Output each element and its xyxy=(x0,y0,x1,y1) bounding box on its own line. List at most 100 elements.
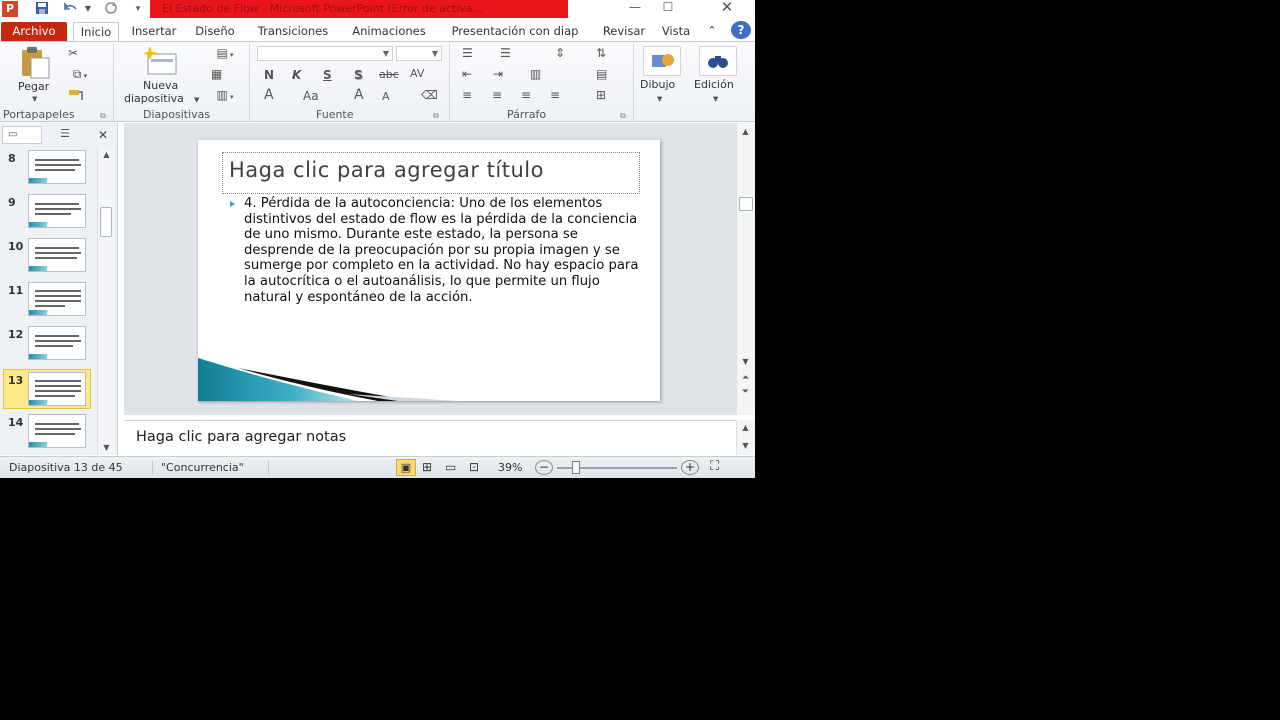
align-text-icon[interactable]: ▤ xyxy=(596,67,607,81)
tab-archivo[interactable]: Archivo xyxy=(1,22,67,41)
scroll-thumb[interactable] xyxy=(100,207,112,237)
line-spacing-icon[interactable]: ⇕ xyxy=(555,46,565,60)
editing-label[interactable]: Edición xyxy=(694,78,734,91)
paste-icon[interactable] xyxy=(19,46,51,80)
reset-slide-icon[interactable]: ▦ xyxy=(211,67,222,81)
normal-view-icon[interactable]: ▣ xyxy=(396,459,416,476)
collapse-ribbon-icon[interactable]: ⌃ xyxy=(704,22,720,41)
zoom-slider-thumb[interactable] xyxy=(572,461,581,474)
previous-slide-icon[interactable]: ⏶ xyxy=(737,373,754,383)
slide-scrollbar[interactable]: ▲ ▼ ⏶ ⏷ xyxy=(736,123,755,415)
zoom-level[interactable]: 39% xyxy=(498,461,522,474)
close-icon[interactable]: ✕ xyxy=(712,0,742,16)
drawing-dropdown-icon[interactable]: ▼ xyxy=(657,92,662,106)
new-slide-label-1[interactable]: Nueva xyxy=(143,79,178,92)
tab-animaciones[interactable]: Animaciones xyxy=(344,22,434,41)
slide-thumbnail[interactable]: 10 xyxy=(4,238,90,278)
fit-to-window-icon[interactable]: ⛶ xyxy=(710,459,719,474)
title-placeholder[interactable]: Haga clic para agregar título xyxy=(222,152,640,194)
notes-scrollbar[interactable]: ▲ ▼ xyxy=(736,420,755,455)
layout-icon[interactable]: ▤ ▾ xyxy=(211,46,239,62)
scroll-up-icon[interactable]: ▲ xyxy=(98,150,115,159)
tab-presentacion[interactable]: Presentación con diap xyxy=(440,22,590,41)
slide-thumbnail[interactable]: 9 xyxy=(4,194,90,234)
scroll-down-icon[interactable]: ▼ xyxy=(98,443,115,452)
new-slide-label-2[interactable]: diapositiva xyxy=(124,92,184,105)
change-case-button[interactable]: Aa xyxy=(303,89,319,103)
align-right-icon[interactable]: ≡ xyxy=(521,88,531,102)
grow-font-button[interactable]: A xyxy=(354,88,364,102)
zoom-in-icon[interactable]: + xyxy=(681,460,699,475)
paste-dropdown-icon[interactable]: ▼ xyxy=(32,92,37,106)
justify-icon[interactable]: ≡ xyxy=(550,88,560,102)
customize-qat-icon[interactable]: ▾ xyxy=(133,1,143,17)
italic-button[interactable]: K xyxy=(292,68,301,82)
numbering-icon[interactable]: ☰ xyxy=(500,46,511,60)
slide-thumbnail-selected[interactable]: 13 xyxy=(3,369,91,409)
tab-insertar[interactable]: Insertar xyxy=(125,22,183,41)
notes-pane[interactable]: Haga clic para agregar notas xyxy=(124,420,736,455)
scroll-down-icon[interactable]: ▼ xyxy=(737,441,754,450)
format-painter-icon[interactable] xyxy=(68,88,84,105)
align-center-icon[interactable]: ≡ xyxy=(492,88,502,102)
find-icon[interactable] xyxy=(699,46,737,76)
slide-thumbnail[interactable]: 8 xyxy=(4,150,90,190)
fuente-launcher-icon[interactable]: ⧉ xyxy=(433,111,439,121)
close-pane-icon[interactable]: ✕ xyxy=(94,126,112,144)
clear-formatting-icon[interactable]: ⌫ xyxy=(421,88,438,102)
outline-tab-icon[interactable]: ☰ xyxy=(44,126,86,144)
tab-inicio[interactable]: Inicio xyxy=(73,22,119,41)
minimize-icon[interactable]: — xyxy=(620,0,650,16)
slide-thumbnail[interactable]: 14 xyxy=(4,414,90,454)
strikethrough-button[interactable]: abc xyxy=(379,68,399,82)
drawing-label[interactable]: Dibujo xyxy=(640,78,675,91)
font-color-button[interactable]: A xyxy=(264,88,274,102)
new-slide-dropdown-icon[interactable]: ▼ xyxy=(194,93,199,107)
slideshow-icon[interactable]: ⊡ xyxy=(469,460,479,474)
reading-view-icon[interactable]: ▭ xyxy=(445,460,456,474)
redo-icon[interactable] xyxy=(103,1,119,17)
underline-button[interactable]: S xyxy=(323,68,332,82)
tab-transiciones[interactable]: Transiciones xyxy=(248,22,338,41)
content-placeholder[interactable]: 4. Pérdida de la autoconciencia: Uno de … xyxy=(230,196,642,346)
scroll-thumb[interactable] xyxy=(739,197,753,211)
text-direction-icon[interactable]: ⇅ xyxy=(596,46,606,60)
align-left-icon[interactable]: ≡ xyxy=(462,88,472,102)
new-slide-icon[interactable] xyxy=(142,46,178,78)
slides-tab-icon[interactable]: ▭ xyxy=(2,126,42,144)
help-icon[interactable]: ? xyxy=(731,21,751,39)
parrafo-launcher-icon[interactable]: ⧉ xyxy=(620,111,626,121)
zoom-out-icon[interactable]: − xyxy=(535,460,553,475)
bullets-icon[interactable]: ☰ xyxy=(462,46,473,60)
columns-icon[interactable]: ▥ xyxy=(530,67,541,81)
undo-icon[interactable] xyxy=(63,1,79,17)
tab-diseno[interactable]: Diseño xyxy=(189,22,241,41)
powerpoint-logo-icon[interactable]: P xyxy=(2,1,18,17)
font-name-combo[interactable]: ▼ xyxy=(257,46,393,61)
portapapeles-launcher-icon[interactable]: ⧉ xyxy=(100,111,106,121)
scroll-down-icon[interactable]: ▼ xyxy=(737,357,754,366)
tab-vista[interactable]: Vista xyxy=(656,22,696,41)
copy-icon[interactable]: ⧉ ▾ xyxy=(67,67,93,83)
shrink-font-button[interactable]: A xyxy=(382,90,390,104)
decrease-indent-icon[interactable]: ⇤ xyxy=(462,67,472,81)
smartart-icon[interactable]: ⊞ xyxy=(596,88,606,102)
undo-dropdown-icon[interactable]: ▼ xyxy=(84,1,92,17)
slide-thumbnail[interactable]: 12 xyxy=(4,326,90,366)
slide-sorter-icon[interactable]: ⊞ xyxy=(422,460,432,474)
scroll-up-icon[interactable]: ▲ xyxy=(737,127,754,136)
theme-name[interactable]: "Concurrencia" xyxy=(161,461,244,474)
font-size-combo[interactable]: ▼ xyxy=(396,46,442,61)
maximize-icon[interactable]: ☐ xyxy=(653,0,683,16)
section-icon[interactable]: ▥ ▾ xyxy=(211,88,239,104)
editing-dropdown-icon[interactable]: ▼ xyxy=(713,92,718,106)
save-icon[interactable] xyxy=(34,1,50,17)
cut-icon[interactable]: ✂ xyxy=(68,46,78,60)
drawing-icon[interactable] xyxy=(643,46,681,76)
scroll-up-icon[interactable]: ▲ xyxy=(737,423,754,432)
shadow-button[interactable]: S xyxy=(354,68,363,82)
slide-thumbnail[interactable]: 11 xyxy=(4,282,90,322)
next-slide-icon[interactable]: ⏷ xyxy=(737,387,754,397)
tab-revisar[interactable]: Revisar xyxy=(596,22,652,41)
character-spacing-button[interactable]: AV xyxy=(410,67,424,81)
